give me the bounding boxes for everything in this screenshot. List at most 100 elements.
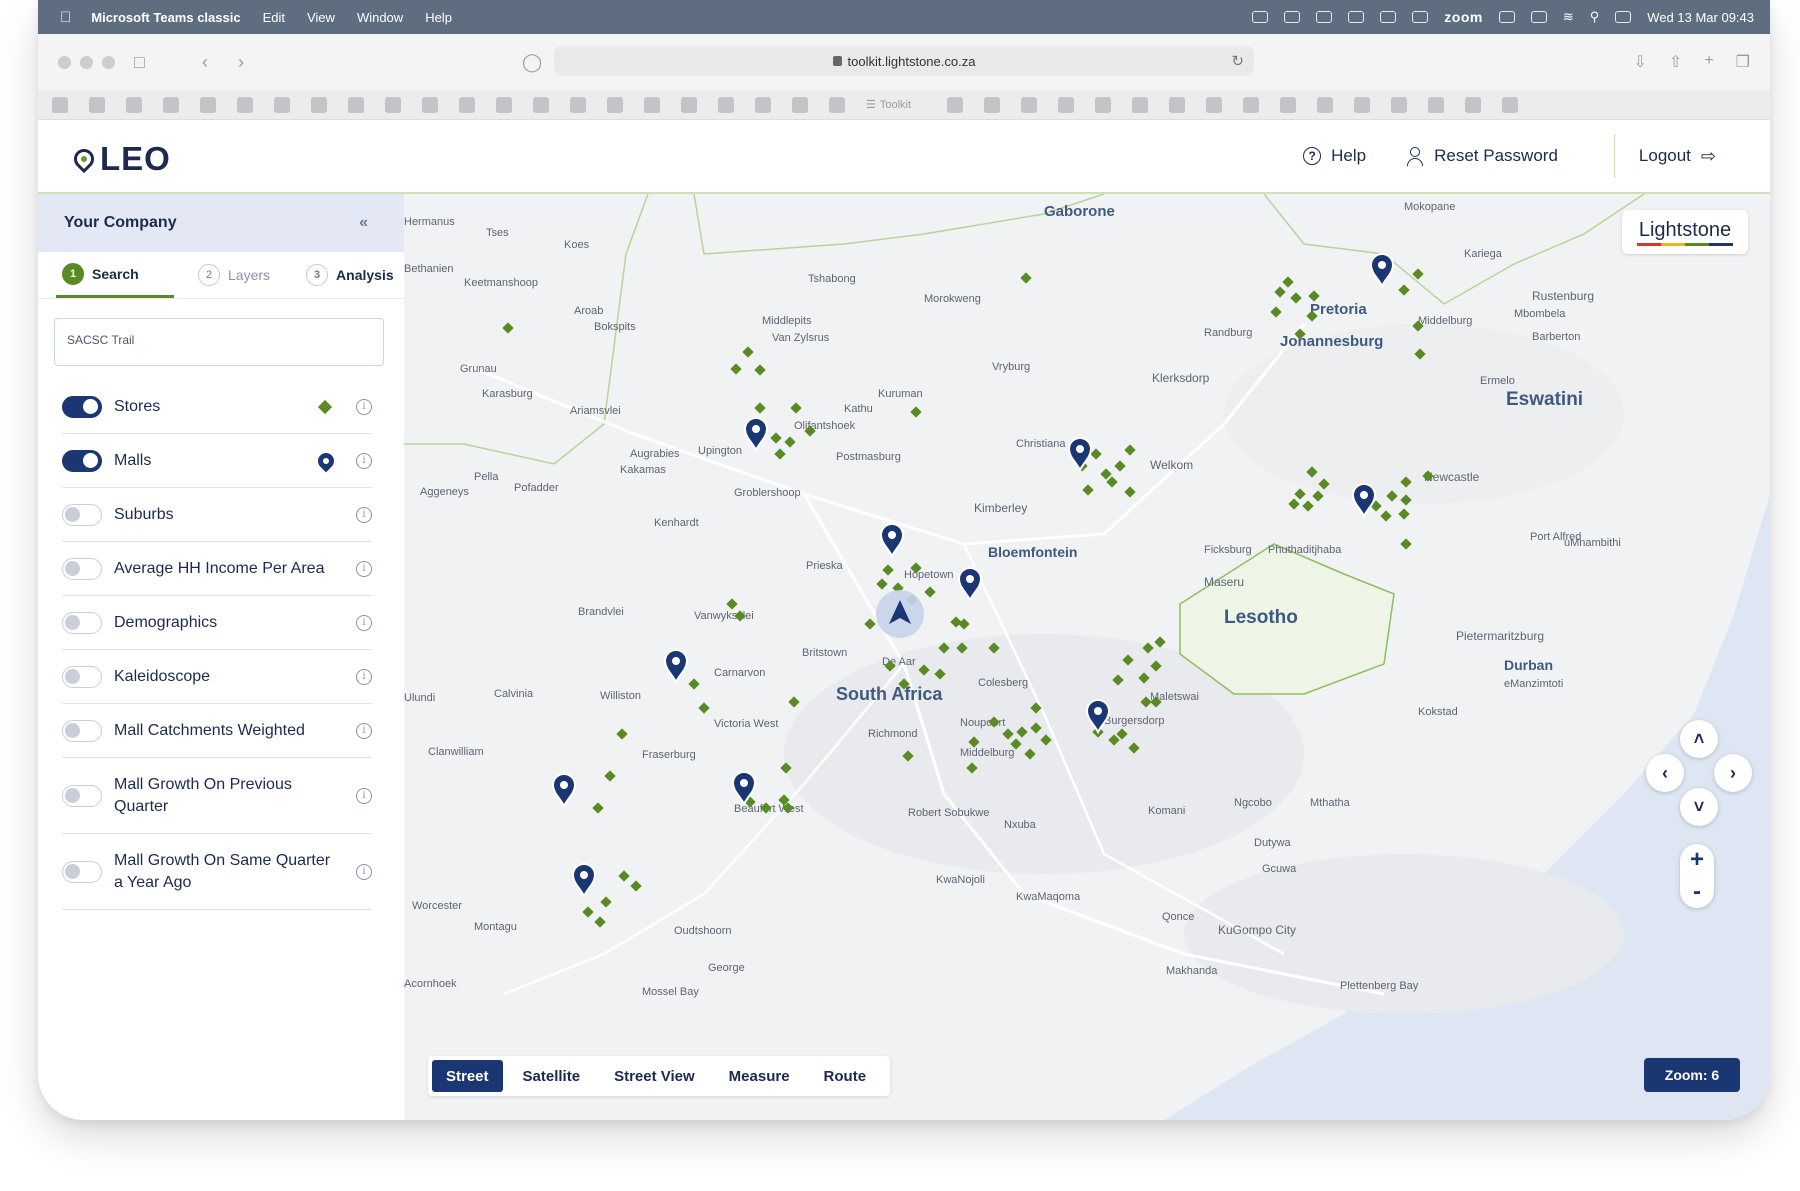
zoom-in-button[interactable]: + bbox=[1680, 844, 1714, 876]
store-diamond[interactable] bbox=[754, 364, 766, 376]
store-diamond[interactable] bbox=[616, 728, 628, 740]
search-icon[interactable]: ⚲ bbox=[1590, 9, 1600, 25]
download-icon[interactable]: ⇩ bbox=[1634, 52, 1647, 72]
mall-pin[interactable] bbox=[551, 773, 577, 809]
store-diamond[interactable] bbox=[594, 916, 606, 928]
bookmark-icon[interactable] bbox=[89, 96, 105, 113]
pan-left-button[interactable]: ‹ bbox=[1646, 754, 1684, 792]
store-diamond[interactable] bbox=[630, 880, 642, 892]
bookmark-icon[interactable] bbox=[1206, 96, 1222, 113]
zoom-out-button[interactable]: - bbox=[1680, 876, 1714, 908]
mall-pin[interactable] bbox=[1369, 253, 1395, 289]
store-diamond[interactable] bbox=[1302, 500, 1314, 512]
bookmark-icon[interactable] bbox=[422, 96, 438, 113]
mall-pin[interactable] bbox=[571, 863, 597, 899]
info-icon[interactable]: i bbox=[356, 614, 372, 631]
malls-toggle[interactable] bbox=[62, 449, 102, 472]
store-diamond[interactable] bbox=[1288, 498, 1300, 510]
bookmark-icon[interactable] bbox=[1169, 96, 1185, 113]
store-diamond[interactable] bbox=[582, 906, 594, 918]
bookmark-icon[interactable] bbox=[947, 96, 963, 113]
bookmark-icon[interactable] bbox=[1428, 96, 1444, 113]
bookmark-icon[interactable] bbox=[644, 96, 660, 113]
share-icon[interactable]: ⇧ bbox=[1669, 52, 1682, 72]
wifi-icon[interactable]: ≋ bbox=[1563, 9, 1574, 25]
store-diamond[interactable] bbox=[730, 363, 742, 375]
store-diamond[interactable] bbox=[1270, 306, 1282, 318]
store-diamond[interactable] bbox=[788, 696, 800, 708]
store-diamond[interactable] bbox=[882, 564, 894, 576]
mall-pin[interactable] bbox=[663, 649, 689, 685]
store-diamond[interactable] bbox=[1398, 508, 1410, 520]
bookmark-icon[interactable] bbox=[1021, 96, 1037, 113]
pan-down-button[interactable]: ˅ bbox=[1680, 788, 1718, 826]
bookmark-icon[interactable] bbox=[200, 96, 216, 113]
store-diamond[interactable] bbox=[604, 770, 616, 782]
store-diamond[interactable] bbox=[618, 870, 630, 882]
info-icon[interactable]: i bbox=[356, 787, 372, 804]
bolt-icon[interactable] bbox=[1380, 11, 1397, 23]
cloud-status-icon[interactable] bbox=[1316, 11, 1333, 23]
store-diamond[interactable] bbox=[688, 678, 700, 690]
store-diamond[interactable] bbox=[1380, 510, 1392, 522]
mall-pin[interactable] bbox=[1351, 483, 1377, 519]
info-icon[interactable]: i bbox=[356, 452, 372, 469]
info-icon[interactable]: i bbox=[356, 668, 372, 685]
bookmark-icon[interactable] bbox=[459, 96, 475, 113]
reset-password-link[interactable]: Reset Password bbox=[1406, 146, 1558, 166]
store-diamond[interactable] bbox=[1412, 268, 1424, 280]
store-diamond[interactable] bbox=[790, 402, 802, 414]
apple-icon[interactable]:  bbox=[60, 9, 71, 26]
tab-layers[interactable]: 2 Layers bbox=[198, 252, 270, 298]
minimize-window-button[interactable] bbox=[80, 56, 93, 69]
store-diamond[interactable] bbox=[502, 322, 514, 334]
mall-pin[interactable] bbox=[1067, 437, 1093, 473]
bookmark-icon[interactable] bbox=[984, 96, 1000, 113]
menu-help[interactable]: Help bbox=[425, 10, 452, 25]
collapse-sidebar-icon[interactable]: « bbox=[359, 214, 368, 232]
kaleidoscope-toggle[interactable] bbox=[62, 665, 102, 688]
bookmark-icon[interactable] bbox=[607, 96, 623, 113]
menu-app-name[interactable]: Microsoft Teams classic bbox=[91, 10, 240, 25]
zoom-app-icon[interactable]: zoom bbox=[1444, 9, 1483, 25]
bookmark-icon[interactable] bbox=[126, 96, 142, 113]
info-icon[interactable]: i bbox=[356, 863, 372, 880]
bookmark-icon[interactable] bbox=[1502, 96, 1518, 113]
address-bar[interactable]: toolkit.lightstone.co.za ↻ bbox=[554, 46, 1254, 76]
pan-up-button[interactable]: ˄ bbox=[1680, 720, 1718, 758]
store-diamond[interactable] bbox=[726, 598, 738, 610]
bookmark-icon[interactable] bbox=[311, 96, 327, 113]
growth-year-toggle[interactable] bbox=[62, 860, 102, 883]
store-diamond[interactable] bbox=[1020, 272, 1032, 284]
store-diamond[interactable] bbox=[1100, 468, 1112, 480]
store-diamond[interactable] bbox=[1290, 292, 1302, 304]
bookmark-icon[interactable] bbox=[1058, 96, 1074, 113]
store-diamond[interactable] bbox=[864, 618, 876, 630]
bookmark-icon[interactable] bbox=[533, 96, 549, 113]
bookmark-icon[interactable] bbox=[570, 96, 586, 113]
bookmark-icon[interactable] bbox=[52, 96, 68, 113]
tab-route[interactable]: Route bbox=[810, 1060, 881, 1092]
store-diamond[interactable] bbox=[754, 402, 766, 414]
bookmark-icon[interactable] bbox=[1243, 96, 1259, 113]
sidebar-toggle-icon[interactable]: □ bbox=[134, 52, 145, 73]
map-canvas[interactable]: Gaborone Mokopane Tses Koes Bethanien Keetman… bbox=[404, 194, 1770, 1120]
forward-icon[interactable]: › bbox=[238, 52, 244, 73]
store-diamond[interactable] bbox=[924, 586, 936, 598]
store-diamond[interactable] bbox=[774, 448, 786, 460]
bookmark-icon[interactable] bbox=[792, 96, 808, 113]
store-diamond[interactable] bbox=[1312, 490, 1324, 502]
tab-street-view[interactable]: Street View bbox=[600, 1060, 709, 1092]
menu-window[interactable]: Window bbox=[357, 10, 403, 25]
teams-status-icon[interactable] bbox=[1284, 11, 1301, 23]
store-diamond[interactable] bbox=[1124, 444, 1136, 456]
bookmark-icon[interactable] bbox=[348, 96, 364, 113]
search-input[interactable]: SACSC Trail bbox=[54, 318, 384, 366]
current-location-marker[interactable] bbox=[876, 590, 924, 638]
tab-search[interactable]: 1 Search bbox=[56, 252, 174, 298]
suburbs-toggle[interactable] bbox=[62, 503, 102, 526]
store-diamond[interactable] bbox=[1282, 276, 1294, 288]
info-icon[interactable]: i bbox=[356, 506, 372, 523]
map-svg[interactable]: Gaborone Mokopane Tses Koes Bethanien Keetman… bbox=[404, 194, 1770, 1120]
store-diamond[interactable] bbox=[1308, 290, 1320, 302]
